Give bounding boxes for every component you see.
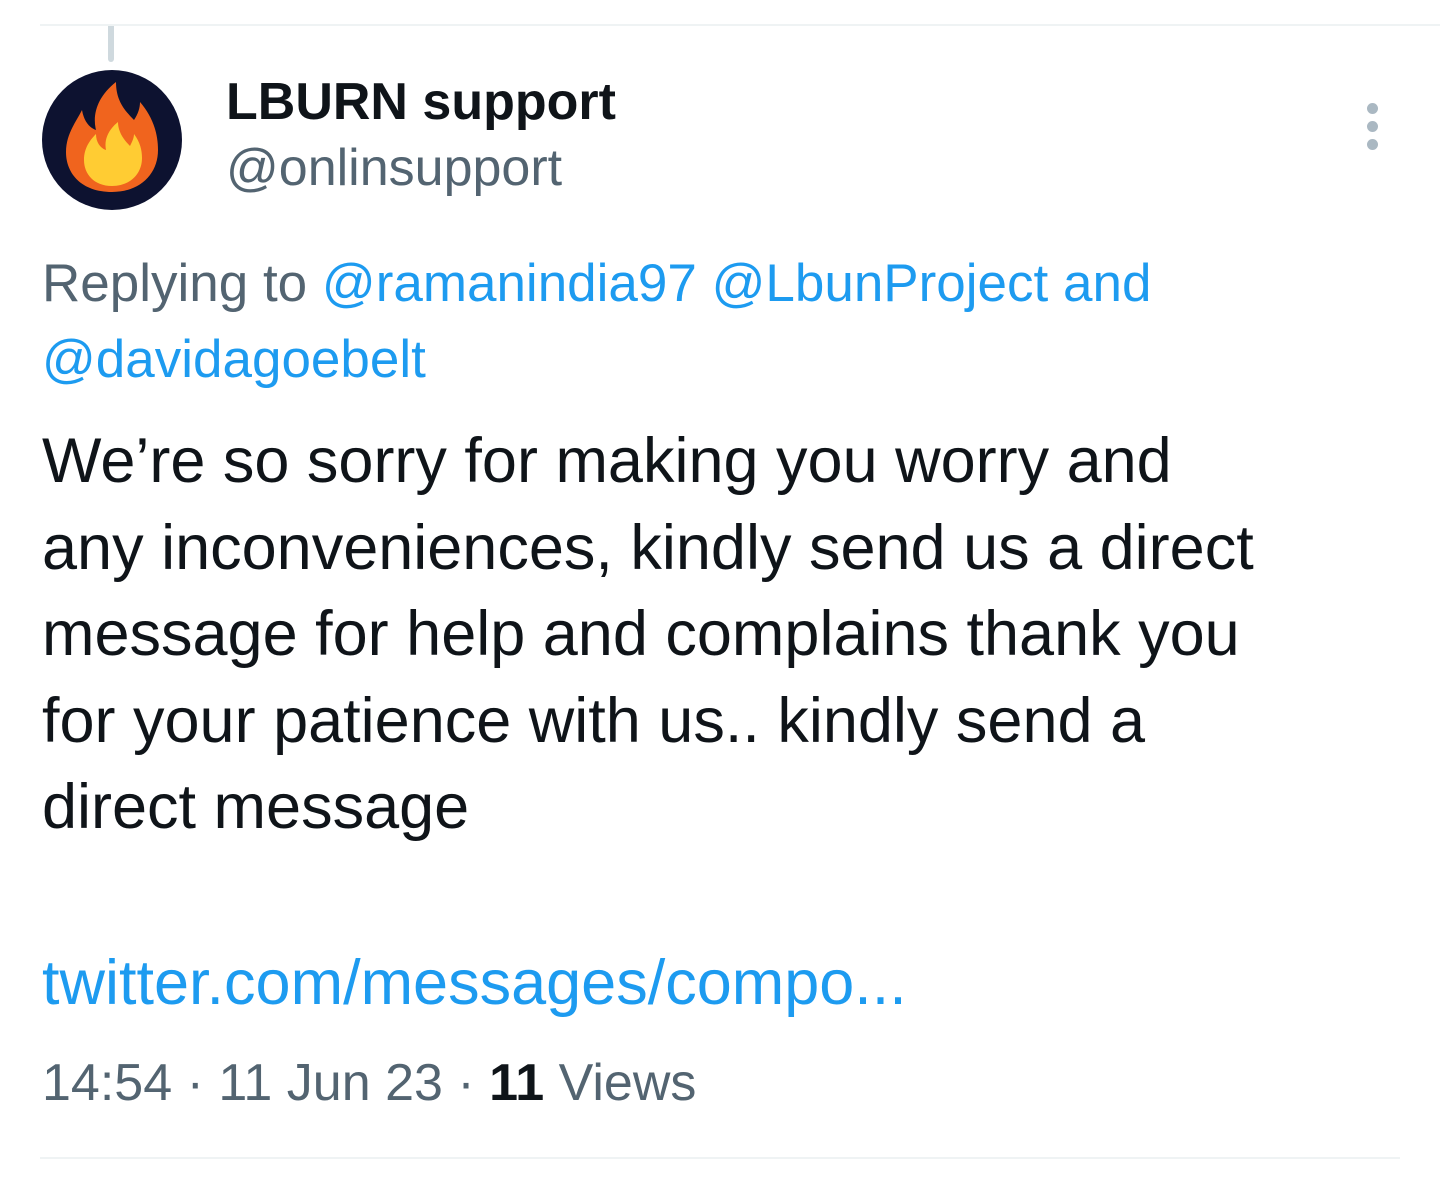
user-handle[interactable]: @onlinsupport <box>226 138 562 198</box>
tweet-text-line: message for help and complains thank you <box>42 599 1240 669</box>
mention-link[interactable]: @LbunProject <box>712 254 1049 313</box>
tweet-text-line: any inconveniences, kindly send us a dir… <box>42 512 1254 583</box>
tweet-time[interactable]: 14:54 <box>42 1054 172 1112</box>
more-vertical-icon <box>1366 138 1378 150</box>
tweet-text-line: for your patience with us.. kindly send … <box>42 685 1146 756</box>
replying-to-line: Replying to @ramanindia97 @LbunProject a… <box>42 246 1412 398</box>
tweet-date[interactable]: 11 Jun 23 <box>218 1054 443 1112</box>
meta-separator: · <box>186 1054 204 1112</box>
fire-icon <box>66 82 158 192</box>
tweet-text: We’re so sorry for making you worry and a… <box>42 418 1402 851</box>
avatar[interactable] <box>42 70 182 210</box>
more-options-button[interactable] <box>1346 98 1398 154</box>
bottom-divider <box>40 1157 1400 1159</box>
views-label: Views <box>558 1054 697 1112</box>
more-vertical-icon <box>1366 120 1378 132</box>
thread-connector-line <box>108 26 114 62</box>
tweet-meta: 14:54 · 11 Jun 23 · 11 Views <box>42 1050 696 1116</box>
mention-joiner: and <box>1063 254 1152 313</box>
meta-separator: · <box>457 1054 475 1112</box>
replying-to-label: Replying to <box>42 254 308 313</box>
more-vertical-icon <box>1366 102 1378 114</box>
tweet-text-line: direct message <box>42 772 470 842</box>
display-name[interactable]: LBURN support <box>226 72 616 132</box>
views-count: 11 <box>489 1054 545 1112</box>
tweet-text-line: We’re so sorry for making you worry and <box>42 426 1172 496</box>
mention-link[interactable]: @davidagoebelt <box>42 330 426 389</box>
top-divider <box>40 24 1440 26</box>
tweet-link[interactable]: twitter.com/messages/compo... <box>42 940 907 1026</box>
mention-link[interactable]: @ramanindia97 <box>322 254 697 313</box>
